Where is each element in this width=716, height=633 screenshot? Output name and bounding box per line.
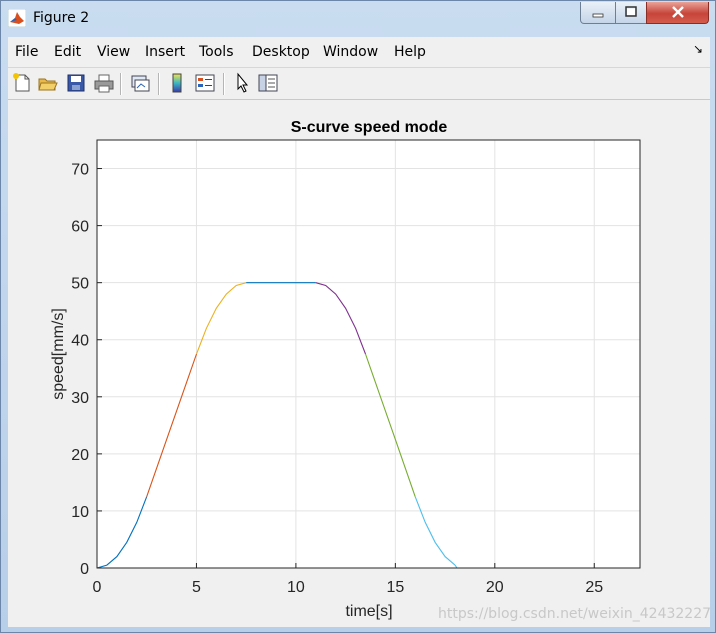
print-icon[interactable] (93, 72, 115, 94)
dock-arrow-icon[interactable]: ↘ (693, 42, 703, 56)
y-tick-label: 0 (80, 561, 89, 578)
x-tick-label: 0 (93, 579, 102, 596)
open-file-icon[interactable] (37, 72, 59, 94)
minimize-icon (591, 3, 605, 22)
save-icon[interactable] (65, 72, 87, 94)
x-tick-label: 20 (486, 579, 504, 596)
menu-insert[interactable]: Insert (145, 44, 185, 60)
figure-toolbar (8, 68, 710, 100)
menu-bar: File Edit View Insert Tools Desktop Wind… (8, 37, 710, 68)
matlab-logo-icon (7, 8, 27, 28)
y-tick-label: 50 (71, 276, 89, 293)
plot-area[interactable]: 0 5 10 15 20 25 0 10 20 30 40 50 60 70 S-curve speed… (8, 100, 710, 627)
minimize-button[interactable] (580, 2, 616, 24)
insert-colorbar-icon[interactable] (166, 72, 188, 94)
maximize-button[interactable] (615, 2, 647, 24)
menu-desktop[interactable]: Desktop (252, 44, 310, 60)
chart-title: S-curve speed mode (291, 119, 448, 136)
menu-tools[interactable]: Tools (199, 44, 234, 60)
toolbar-separator (223, 73, 225, 95)
y-tick-label: 20 (71, 447, 89, 464)
y-tick-label: 60 (71, 219, 89, 236)
menu-view[interactable]: View (97, 44, 130, 60)
toolbar-separator (120, 73, 122, 95)
title-bar[interactable]: Figure 2 (1, 1, 715, 35)
link-plot-icon[interactable] (129, 72, 151, 94)
menu-help[interactable]: Help (394, 44, 426, 60)
figure-canvas[interactable]: 0 5 10 15 20 25 0 10 20 30 40 50 60 70 S-curve speed… (8, 100, 710, 627)
menu-file[interactable]: File (15, 44, 38, 60)
close-button[interactable] (646, 2, 709, 24)
y-tick-label: 30 (71, 390, 89, 407)
y-tick-label: 40 (71, 333, 89, 350)
x-axis-label: time[s] (345, 603, 392, 620)
new-figure-icon[interactable] (11, 72, 33, 94)
maximize-icon (624, 3, 638, 22)
property-inspector-icon[interactable] (257, 72, 279, 94)
x-tick-label: 10 (287, 579, 305, 596)
y-axis-label: speed[mm/s] (50, 308, 67, 400)
watermark-text: https://blog.csdn.net/weixin_42432227 (438, 606, 712, 622)
x-tick-label: 5 (192, 579, 201, 596)
x-tick-label: 25 (585, 579, 603, 596)
close-icon (671, 3, 685, 22)
toolbar-separator (158, 73, 160, 95)
axes-background (97, 140, 640, 568)
menu-window[interactable]: Window (323, 44, 378, 60)
y-tick-label: 70 (71, 162, 89, 179)
insert-legend-icon[interactable] (194, 72, 216, 94)
figure-window: Figure 2 File Edit View Insert Tools Des… (0, 0, 716, 633)
menu-edit[interactable]: Edit (54, 44, 81, 60)
x-tick-label: 15 (386, 579, 404, 596)
edit-plot-icon[interactable] (231, 72, 253, 94)
y-tick-label: 10 (71, 504, 89, 521)
window-title: Figure 2 (33, 10, 90, 26)
